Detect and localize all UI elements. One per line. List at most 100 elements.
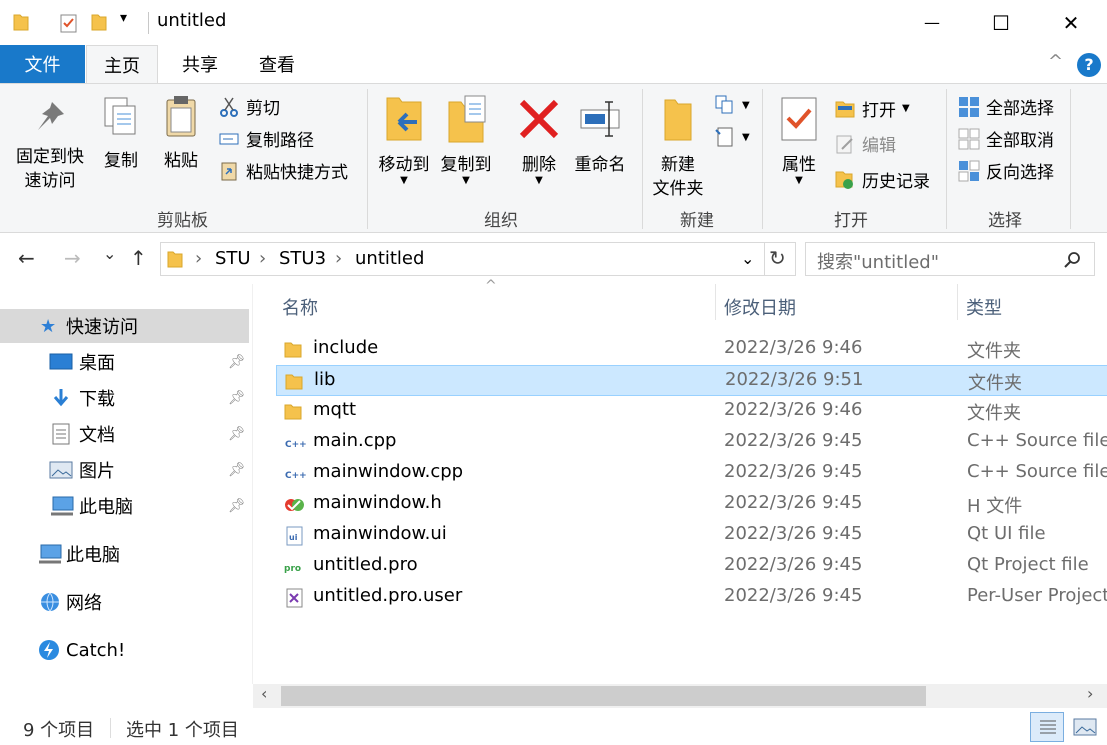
file-row[interactable]: pro untitled.pro 2022/3/26 9:45 Qt Project … xyxy=(276,551,1107,582)
edit-button[interactable]: 编辑 xyxy=(834,131,896,156)
select-all-button[interactable]: 全部选择 xyxy=(958,94,1054,119)
sidebar-item-downloads[interactable]: 下载 📌︎ xyxy=(0,381,249,415)
pin-icon[interactable]: 📌︎ xyxy=(228,354,246,370)
tab-share[interactable]: 共享 xyxy=(165,45,235,83)
pin-icon[interactable]: 📌︎ xyxy=(228,426,246,442)
new-item-dropdown-icon: ▼ xyxy=(742,99,750,111)
new-item-icon xyxy=(715,95,733,114)
copy-icon xyxy=(104,97,136,135)
copy-path-button[interactable]: 复制路径 xyxy=(218,126,314,151)
tab-home[interactable]: 主页 xyxy=(86,45,158,84)
tab-view[interactable]: 查看 xyxy=(242,45,312,83)
sidebar-item-this-pc-pinned[interactable]: 此电脑 📌︎ xyxy=(0,489,249,523)
paste-shortcut-button[interactable]: 粘贴快捷方式 xyxy=(218,158,348,183)
copy-to-button[interactable]: 复制到 ▼ xyxy=(436,94,496,186)
search-icon[interactable] xyxy=(1064,251,1082,269)
catch-icon xyxy=(39,640,59,660)
cut-button[interactable]: 剪切 xyxy=(218,94,280,119)
pin-to-quick-access-button[interactable]: 固定到快 速访问 xyxy=(10,98,90,193)
move-to-button[interactable]: 移动到 ▼ xyxy=(374,94,434,186)
select-none-button[interactable]: 全部取消 xyxy=(958,126,1054,151)
scrollbar-thumb[interactable] xyxy=(281,686,926,706)
delete-button[interactable]: 删除 ▼ xyxy=(514,94,564,186)
new-folder-icon[interactable] xyxy=(90,12,108,32)
new-folder-button[interactable]: 新建 文件夹 xyxy=(648,94,708,201)
new-item-button[interactable]: ▼ xyxy=(714,94,750,116)
breadcrumb-untitled[interactable]: untitled xyxy=(355,248,424,269)
back-button[interactable]: ← xyxy=(18,246,35,270)
pin-icon[interactable]: 📌︎ xyxy=(228,498,246,514)
properties-icon[interactable] xyxy=(58,12,80,34)
close-button[interactable]: ✕ xyxy=(1036,0,1106,45)
selected-count: 选中 1 个项目 xyxy=(126,720,239,741)
breadcrumb-stu3[interactable]: STU3 xyxy=(279,248,326,269)
copy-button[interactable]: 复制 xyxy=(96,94,146,173)
sidebar-item-label: 网络 xyxy=(66,593,102,614)
sidebar-item-pictures[interactable]: 图片 📌︎ xyxy=(0,453,249,487)
file-list: ^ 名称 修改日期 类型 include 2022/3/26 9:46 文件夹 lib… xyxy=(252,278,1107,684)
sidebar-item-desktop[interactable]: 桌面 📌︎ xyxy=(0,345,249,379)
column-separator[interactable] xyxy=(957,284,958,320)
sidebar-item-quick-access[interactable]: ★ 快速访问 xyxy=(0,309,249,343)
scroll-left-icon[interactable]: ‹ xyxy=(261,684,267,703)
tab-file[interactable]: 文件 xyxy=(0,45,85,83)
pin-icon[interactable]: 📌︎ xyxy=(228,390,246,406)
file-row[interactable]: lib 2022/3/26 9:51 文件夹 xyxy=(276,365,1107,396)
invert-selection-button[interactable]: 反向选择 xyxy=(958,158,1054,183)
folder-icon xyxy=(13,14,29,31)
quick-access-dropdown[interactable]: ▾ xyxy=(120,10,127,26)
search-input[interactable]: 搜索"untitled" xyxy=(817,248,939,274)
sidebar-item-catch[interactable]: Catch! xyxy=(0,633,249,667)
breadcrumb-stu[interactable]: STU xyxy=(215,248,251,269)
sidebar-item-network[interactable]: 网络 xyxy=(0,585,249,619)
refresh-icon[interactable]: ↻ xyxy=(769,246,786,270)
file-row[interactable]: mainwindow.h 2022/3/26 9:45 H 文件 xyxy=(276,489,1107,520)
column-header-type[interactable]: 类型 xyxy=(966,294,1002,320)
file-date: 2022/3/26 9:45 xyxy=(724,492,863,513)
large-icons-view-button[interactable] xyxy=(1068,712,1102,742)
properties-dropdown-icon: ▼ xyxy=(795,175,803,186)
file-row[interactable]: ui mainwindow.ui 2022/3/26 9:45 Qt UI file xyxy=(276,520,1107,551)
properties-label: 属性 xyxy=(782,155,816,175)
help-icon[interactable]: ? xyxy=(1077,53,1101,77)
history-button[interactable]: 历史记录 xyxy=(834,167,930,192)
file-row[interactable]: C++ main.cpp 2022/3/26 9:45 C++ Source file xyxy=(276,427,1107,458)
window-title: untitled xyxy=(157,10,227,31)
rename-button[interactable]: 重命名 xyxy=(570,94,630,177)
pin-icon[interactable]: 📌︎ xyxy=(228,462,246,478)
up-button[interactable]: ↑ xyxy=(130,246,147,270)
copy-to-icon xyxy=(448,95,486,143)
address-dropdown-icon[interactable]: ⌄ xyxy=(741,249,754,268)
cpp-file-icon: C++ xyxy=(285,437,306,450)
paste-button[interactable]: 粘贴 xyxy=(156,94,206,173)
easy-access-button[interactable]: ▼ xyxy=(714,126,750,148)
maximize-button[interactable]: ☐ xyxy=(966,0,1036,45)
recent-locations-button[interactable]: ⌄ xyxy=(103,244,116,263)
file-row[interactable]: C++ mainwindow.cpp 2022/3/26 9:45 C++ Sourc… xyxy=(276,458,1107,489)
select-all-label: 全部选择 xyxy=(986,99,1054,119)
file-row[interactable]: include 2022/3/26 9:46 文件夹 xyxy=(276,334,1107,365)
file-date: 2022/3/26 9:45 xyxy=(724,554,863,575)
sidebar-item-this-pc[interactable]: 此电脑 xyxy=(0,537,249,571)
details-view-button[interactable] xyxy=(1030,712,1064,742)
scroll-right-icon[interactable]: › xyxy=(1087,684,1093,703)
invert-selection-label: 反向选择 xyxy=(986,163,1054,183)
search-box[interactable]: 搜索"untitled" xyxy=(805,242,1095,276)
address-bar[interactable]: › STU › STU3 › untitled ⌄ ↻ xyxy=(160,242,796,276)
forward-button[interactable]: → xyxy=(64,246,81,270)
properties-icon xyxy=(781,97,817,141)
file-row[interactable]: untitled.pro.user 2022/3/26 9:45 Per-User … xyxy=(276,582,1107,613)
sidebar-item-documents[interactable]: 文档 📌︎ xyxy=(0,417,249,451)
file-row[interactable]: mqtt 2022/3/26 9:46 文件夹 xyxy=(276,396,1107,427)
collapse-ribbon-icon[interactable]: ^ xyxy=(1048,51,1063,72)
sidebar-item-label: 文档 xyxy=(79,425,115,446)
minimize-button[interactable]: — xyxy=(897,0,967,45)
edit-icon xyxy=(836,135,853,153)
horizontal-scrollbar[interactable]: ‹ › xyxy=(253,684,1107,708)
properties-button[interactable]: 属性 ▼ xyxy=(774,94,824,186)
file-name: main.cpp xyxy=(313,430,397,451)
column-separator[interactable] xyxy=(715,284,716,320)
open-button[interactable]: 打开 ▼ xyxy=(834,96,910,121)
column-header-name[interactable]: 名称 xyxy=(282,294,318,320)
column-header-date[interactable]: 修改日期 xyxy=(724,294,796,320)
